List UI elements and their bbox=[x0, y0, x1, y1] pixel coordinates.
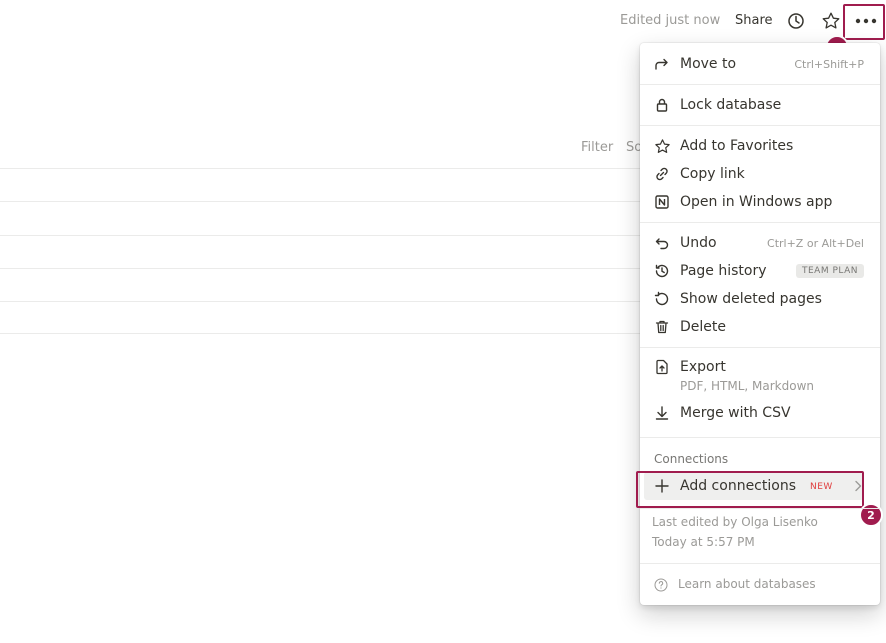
last-edited-time: Today at 5:57 PM bbox=[652, 535, 755, 549]
table-row bbox=[0, 333, 640, 334]
menu-item-undo[interactable]: Undo Ctrl+Z or Alt+Del bbox=[640, 229, 880, 257]
menu-item-copy-link[interactable]: Copy link bbox=[640, 160, 880, 188]
divider bbox=[640, 347, 880, 348]
history-icon bbox=[653, 262, 671, 280]
last-edited-by: Last edited by Olga Lisenko bbox=[652, 515, 818, 529]
highlight-more-button bbox=[843, 4, 885, 40]
divider bbox=[640, 84, 880, 85]
clock-icon[interactable] bbox=[786, 11, 806, 31]
edited-status: Edited just now bbox=[620, 13, 721, 28]
notion-icon bbox=[653, 193, 671, 211]
restore-icon bbox=[653, 290, 671, 308]
table-row bbox=[0, 201, 640, 202]
divider bbox=[640, 125, 880, 126]
help-circle-icon bbox=[654, 578, 668, 592]
table-row bbox=[0, 235, 640, 236]
divider bbox=[640, 437, 880, 438]
menu-item-show-deleted-pages[interactable]: Show deleted pages bbox=[640, 285, 880, 313]
arrow-redirect-icon bbox=[653, 55, 671, 73]
undo-icon bbox=[653, 234, 671, 252]
menu-item-merge-with-csv[interactable]: Merge with CSV bbox=[640, 399, 880, 427]
team-plan-badge: TEAM PLAN bbox=[795, 264, 864, 278]
star-icon[interactable] bbox=[821, 11, 841, 31]
menu-item-lock-database[interactable]: Lock database bbox=[640, 91, 880, 119]
divider bbox=[640, 222, 880, 223]
menu-item-add-to-favorites[interactable]: Add to Favorites bbox=[640, 132, 880, 160]
export-icon bbox=[653, 358, 671, 376]
divider bbox=[640, 563, 880, 564]
menu-item-delete[interactable]: Delete bbox=[640, 313, 880, 341]
table-row bbox=[0, 301, 640, 302]
menu-item-open-in-windows-app[interactable]: Open in Windows app bbox=[640, 188, 880, 216]
download-icon bbox=[653, 404, 671, 422]
lock-icon bbox=[653, 96, 671, 114]
step-badge-2: 2 bbox=[859, 503, 883, 527]
menu-item-page-history[interactable]: Page history TEAM PLAN bbox=[640, 257, 880, 285]
share-button[interactable]: Share bbox=[735, 13, 773, 28]
connections-section-title: Connections bbox=[654, 452, 729, 466]
trash-icon bbox=[653, 318, 671, 336]
table-row bbox=[0, 168, 640, 169]
link-icon bbox=[653, 165, 671, 183]
page-options-menu: Move to Ctrl+Shift+P Lock database Add t… bbox=[636, 43, 883, 605]
filter-button[interactable]: Filter bbox=[581, 140, 613, 155]
table-row bbox=[0, 268, 640, 269]
star-icon bbox=[653, 137, 671, 155]
menu-item-export[interactable]: Export bbox=[640, 353, 880, 381]
divider bbox=[640, 508, 880, 509]
export-formats: PDF, HTML, Markdown bbox=[680, 379, 814, 393]
learn-about-databases-link[interactable]: Learn about databases bbox=[678, 577, 816, 591]
top-bar: Edited just now Share 1 bbox=[0, 0, 886, 59]
highlight-add-connections bbox=[636, 471, 864, 508]
menu-item-move-to[interactable]: Move to Ctrl+Shift+P bbox=[640, 50, 880, 78]
